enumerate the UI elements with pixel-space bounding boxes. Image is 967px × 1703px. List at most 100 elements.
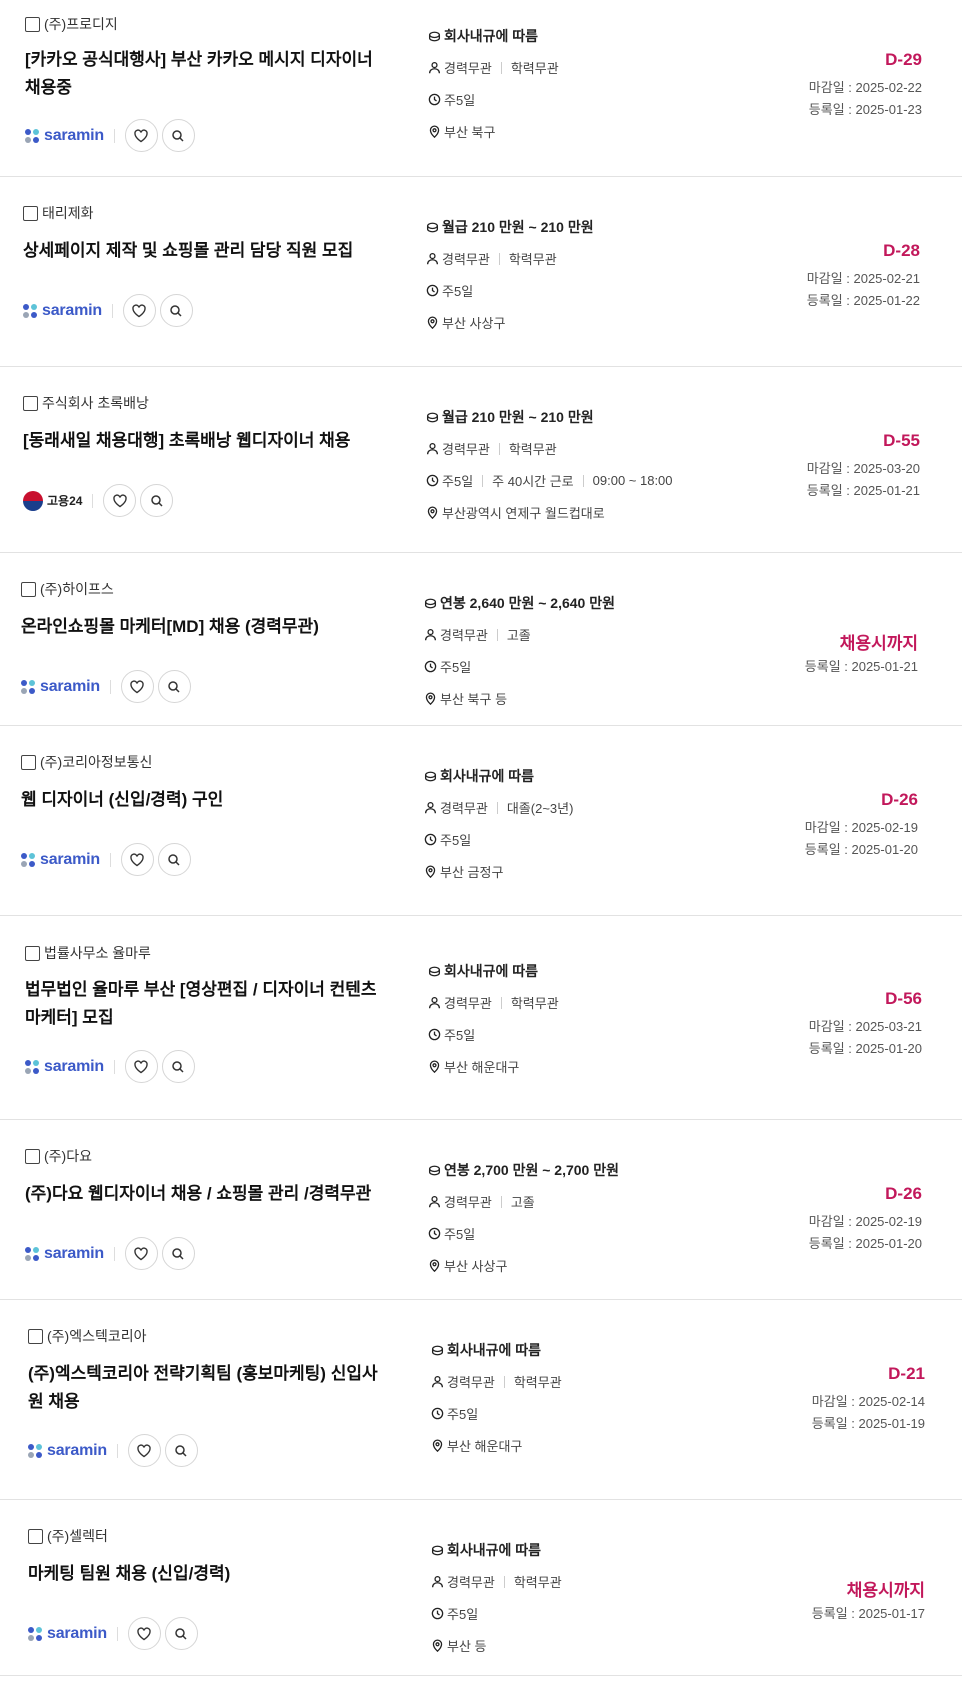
- company-name[interactable]: (주)프로디지: [44, 14, 118, 34]
- company-name[interactable]: (주)셀렉터: [47, 1526, 108, 1546]
- saramin-logo[interactable]: saramin: [25, 1058, 104, 1076]
- search-similar-button[interactable]: [164, 1617, 198, 1650]
- favorite-button[interactable]: [124, 1237, 158, 1270]
- taegeuk-icon: [23, 490, 43, 511]
- favorite-button[interactable]: [127, 1434, 161, 1467]
- search-similar-button[interactable]: [161, 1237, 195, 1270]
- company-name[interactable]: (주)코리아정보통신: [40, 752, 152, 772]
- job-title-line[interactable]: 법무법인 율마루 부산 [영상편집 / 디자이너 컨텐츠: [25, 976, 405, 1004]
- job-title-line[interactable]: [카카오 공식대행사] 부산 카카오 메시지 디자이너: [25, 46, 405, 74]
- company-name[interactable]: 법률사무소 율마루: [44, 943, 151, 963]
- job-title-line[interactable]: 마케팅 팀원 채용 (신입/경력): [28, 1560, 408, 1588]
- location-text: 부산 등: [447, 1639, 487, 1654]
- search-similar-button[interactable]: [157, 843, 191, 876]
- select-checkbox[interactable]: [23, 205, 38, 221]
- company-name[interactable]: 주식회사 초록배낭: [42, 393, 149, 413]
- job-title[interactable]: 웹 디자이너 (신입/경력) 구인: [21, 786, 401, 814]
- coin-icon: [426, 221, 442, 234]
- company-name[interactable]: (주)하이프스: [40, 579, 114, 599]
- saramin-logo[interactable]: saramin: [25, 1245, 104, 1263]
- company-name[interactable]: (주)엑스텍코리아: [47, 1326, 146, 1346]
- job-title-line[interactable]: 원 채용: [28, 1388, 408, 1416]
- favorite-button[interactable]: [124, 1050, 158, 1083]
- clock-icon: [426, 284, 442, 297]
- select-checkbox[interactable]: [23, 395, 38, 411]
- job-title-line[interactable]: 웹 디자이너 (신입/경력) 구인: [21, 786, 401, 814]
- company-row: 태리제화: [23, 203, 94, 223]
- saramin-logo[interactable]: saramin: [21, 678, 100, 696]
- company-row: (주)셀렉터: [28, 1526, 108, 1546]
- saramin-logo[interactable]: saramin: [28, 1625, 107, 1643]
- job-title[interactable]: 온라인쇼핑몰 마케터[MD] 채용 (경력무관): [21, 613, 401, 641]
- job-title[interactable]: 마케팅 팀원 채용 (신입/경력): [28, 1560, 408, 1588]
- job-title-line[interactable]: (주)다요 웹디자이너 채용 / 쇼핑몰 관리 /경력무관: [25, 1180, 405, 1208]
- search-icon: [166, 852, 182, 868]
- location-pin-icon: [426, 506, 442, 519]
- saramin-logo[interactable]: saramin: [21, 851, 100, 869]
- location-pin-icon: [431, 1639, 447, 1652]
- coin-icon: [431, 1344, 447, 1357]
- location-text: 부산 북구 등: [440, 692, 508, 707]
- favorite-button[interactable]: [122, 294, 156, 327]
- job-title-line[interactable]: 마케터] 모집: [25, 1004, 405, 1032]
- education-text: 학력무관: [513, 1575, 562, 1590]
- favorite-button[interactable]: [124, 119, 158, 152]
- job-list: (주)프로디지 [카카오 공식대행사] 부산 카카오 메시지 디자이너 채용중 sar…: [0, 0, 967, 1676]
- job-title[interactable]: [카카오 공식대행사] 부산 카카오 메시지 디자이너 채용중: [25, 46, 405, 102]
- job-title-line[interactable]: 온라인쇼핑몰 마케터[MD] 채용 (경력무관): [21, 613, 401, 641]
- job-title[interactable]: [동래새일 채용대행] 초록배낭 웹디자이너 채용: [23, 427, 403, 455]
- job-title-line[interactable]: 상세페이지 제작 및 쇼핑몰 관리 담당 직원 모집: [23, 237, 403, 265]
- saramin-logo[interactable]: saramin: [28, 1442, 107, 1460]
- favorite-button[interactable]: [120, 843, 154, 876]
- search-similar-button[interactable]: [157, 670, 191, 703]
- search-similar-button[interactable]: [161, 119, 195, 152]
- divider: [498, 442, 500, 455]
- career-text: 경력무관: [444, 996, 492, 1011]
- favorite-button[interactable]: [103, 484, 137, 517]
- location-pin-icon: [428, 125, 444, 138]
- heart-icon: [112, 493, 128, 509]
- saramin-logo[interactable]: saramin: [25, 127, 104, 145]
- company-name[interactable]: (주)다요: [44, 1146, 92, 1166]
- schedule-row: 주5일: [428, 1025, 475, 1044]
- search-similar-button[interactable]: [159, 294, 193, 327]
- job-item: 태리제화 상세페이지 제작 및 쇼핑몰 관리 담당 직원 모집 saramin 월급 …: [0, 177, 962, 367]
- job-title[interactable]: 상세페이지 제작 및 쇼핑몰 관리 담당 직원 모집: [23, 237, 403, 265]
- job-title-line[interactable]: [동래새일 채용대행] 초록배낭 웹디자이너 채용: [23, 427, 403, 455]
- career-row: 경력무관 학력무관: [431, 1572, 562, 1591]
- clock-icon: [431, 1407, 447, 1420]
- divider: [92, 493, 94, 508]
- job-title[interactable]: 법무법인 율마루 부산 [영상편집 / 디자이너 컨텐츠 마케터] 모집: [25, 976, 405, 1032]
- favorite-button[interactable]: [127, 1617, 161, 1650]
- job-title-line[interactable]: (주)엑스텍코리아 전략기획팀 (홍보마케팅) 신입사: [28, 1360, 408, 1388]
- clock-icon: [426, 474, 442, 487]
- select-checkbox[interactable]: [25, 945, 40, 961]
- select-checkbox[interactable]: [25, 16, 40, 32]
- job-item: (주)셀렉터 마케팅 팀원 채용 (신입/경력) saramin 회사내규에 따름 경력…: [0, 1500, 962, 1676]
- select-checkbox[interactable]: [28, 1528, 43, 1544]
- search-similar-button[interactable]: [140, 484, 174, 517]
- deadline-date: 마감일 : 2025-02-14: [811, 1394, 925, 1409]
- location-pin-icon: [424, 692, 440, 705]
- select-checkbox[interactable]: [25, 1148, 40, 1164]
- person-icon: [428, 1195, 444, 1208]
- favorite-button[interactable]: [120, 670, 154, 703]
- job-title-line[interactable]: 채용중: [25, 74, 405, 102]
- select-checkbox[interactable]: [21, 754, 36, 770]
- job-title[interactable]: (주)다요 웹디자이너 채용 / 쇼핑몰 관리 /경력무관: [25, 1180, 405, 1208]
- registered-date: 등록일 : 2025-01-20: [808, 1236, 922, 1251]
- job-title[interactable]: (주)엑스텍코리아 전략기획팀 (홍보마케팅) 신입사 원 채용: [28, 1360, 408, 1416]
- clock-icon: [428, 1028, 444, 1041]
- job-main: (주)하이프스온라인쇼핑몰 마케터[MD] 채용 (경력무관) saramin: [21, 553, 401, 726]
- select-checkbox[interactable]: [21, 581, 36, 597]
- company-name[interactable]: 태리제화: [42, 203, 94, 223]
- saramin-logo[interactable]: saramin: [23, 302, 102, 320]
- goyong24-logo[interactable]: 고용24: [23, 490, 83, 511]
- search-similar-button[interactable]: [164, 1434, 198, 1467]
- search-similar-button[interactable]: [161, 1050, 195, 1083]
- job-item: (주)코리아정보통신 웹 디자이너 (신입/경력) 구인 saramin 회사내규에 …: [0, 726, 962, 916]
- divider: [500, 996, 502, 1009]
- source-label: 고용24: [47, 494, 83, 508]
- select-checkbox[interactable]: [28, 1328, 43, 1344]
- coin-icon: [431, 1544, 447, 1557]
